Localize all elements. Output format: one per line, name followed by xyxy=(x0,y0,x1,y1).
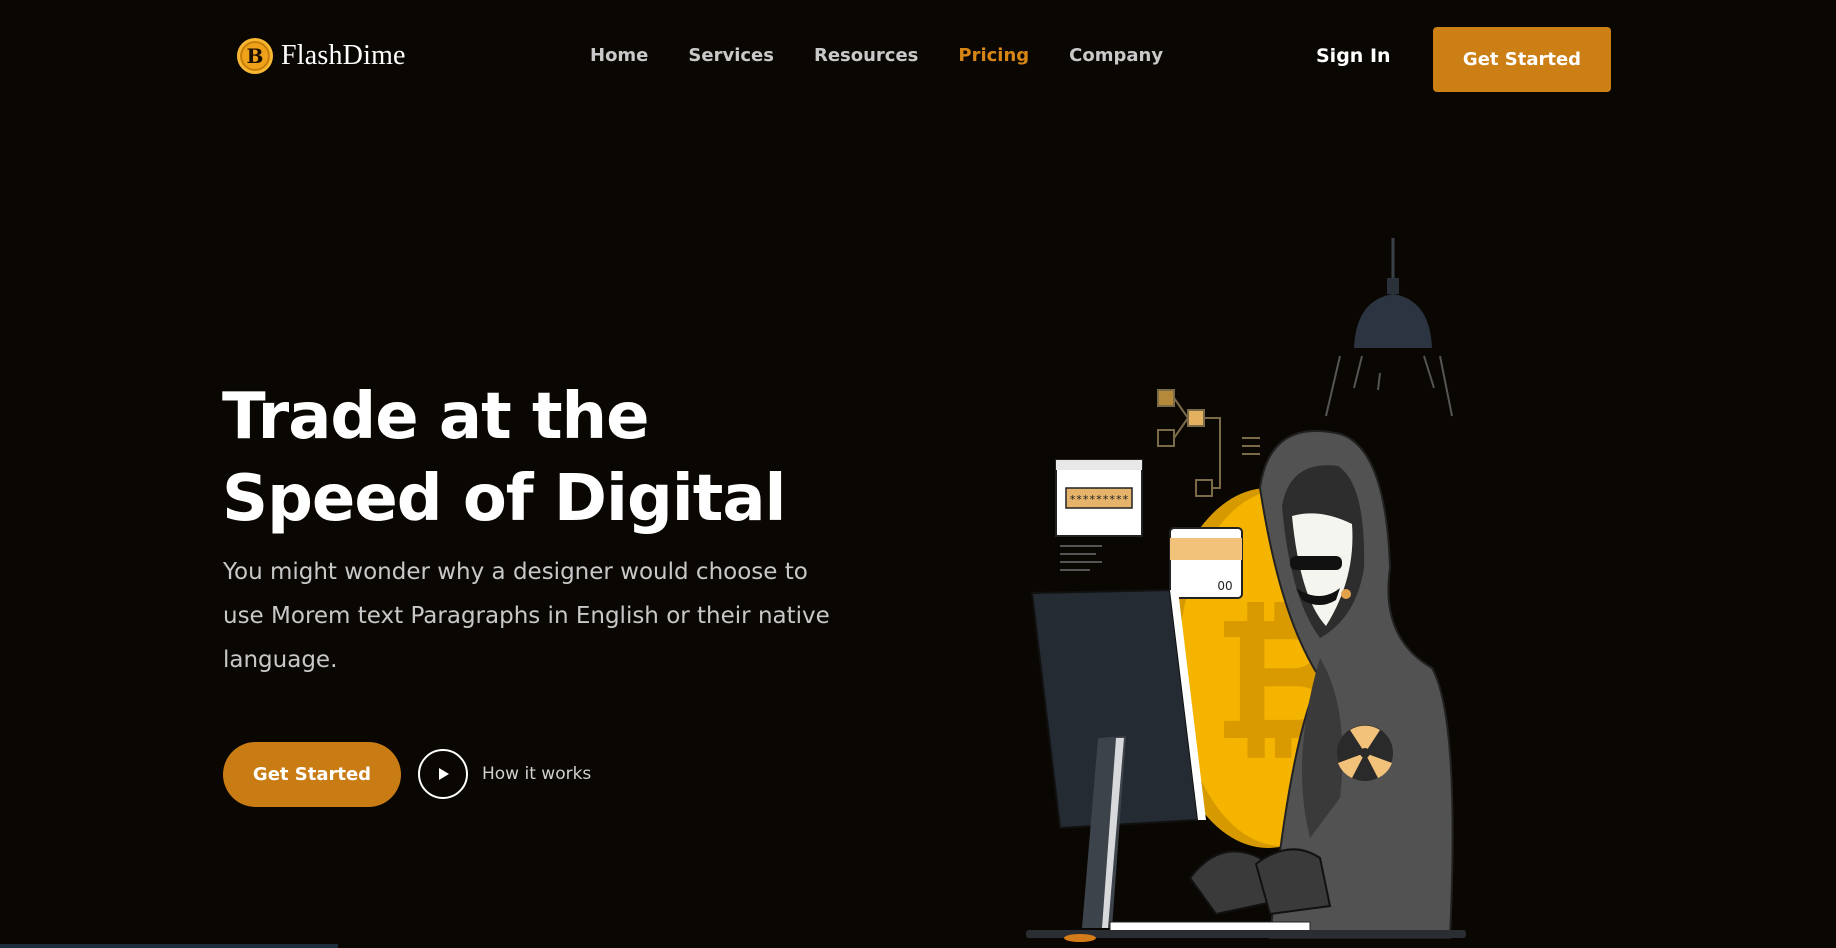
nav-company[interactable]: Company xyxy=(1069,45,1163,66)
password-window: ********* xyxy=(1055,459,1143,571)
bitcoin-logo-icon: B xyxy=(237,38,273,74)
hacker-illustration: ********* ₿ 00 xyxy=(1026,238,1466,942)
hero-title: Trade at the Speed of Digital xyxy=(222,376,842,540)
hero-description: You might wonder why a designer would ch… xyxy=(223,559,830,673)
header-get-started-button[interactable]: Get Started xyxy=(1433,27,1611,92)
play-icon xyxy=(439,768,449,780)
main-nav: Home Services Resources Pricing Company xyxy=(590,45,1163,66)
credit-card: 00 xyxy=(1169,527,1243,599)
password-field-text: ********* xyxy=(1069,493,1129,506)
nav-home[interactable]: Home xyxy=(590,45,648,66)
play-button[interactable] xyxy=(418,749,468,799)
nav-pricing[interactable]: Pricing xyxy=(958,45,1029,66)
hero-get-started-button[interactable]: Get Started xyxy=(223,742,401,807)
hero-title-line-2: Speed of Digital xyxy=(222,462,786,536)
hero-title-line-1: Trade at the xyxy=(222,380,650,454)
card-number-text: 00 xyxy=(1217,579,1232,593)
nav-services[interactable]: Services xyxy=(688,45,774,66)
site-header: B FlashDime Home Services Resources Pric… xyxy=(0,0,1836,118)
network-nodes xyxy=(1157,389,1260,497)
brand-logo[interactable]: B FlashDime xyxy=(237,38,406,74)
scroll-progress-bar xyxy=(0,944,338,948)
how-it-works-label: How it works xyxy=(482,764,592,784)
hanging-lamp-icon xyxy=(1325,238,1453,417)
sign-in-link[interactable]: Sign In xyxy=(1316,45,1391,67)
nav-resources[interactable]: Resources xyxy=(814,45,918,66)
how-it-works-link[interactable]: How it works xyxy=(418,749,591,799)
brand-name: FlashDime xyxy=(281,40,406,71)
monitor xyxy=(1030,588,1206,928)
